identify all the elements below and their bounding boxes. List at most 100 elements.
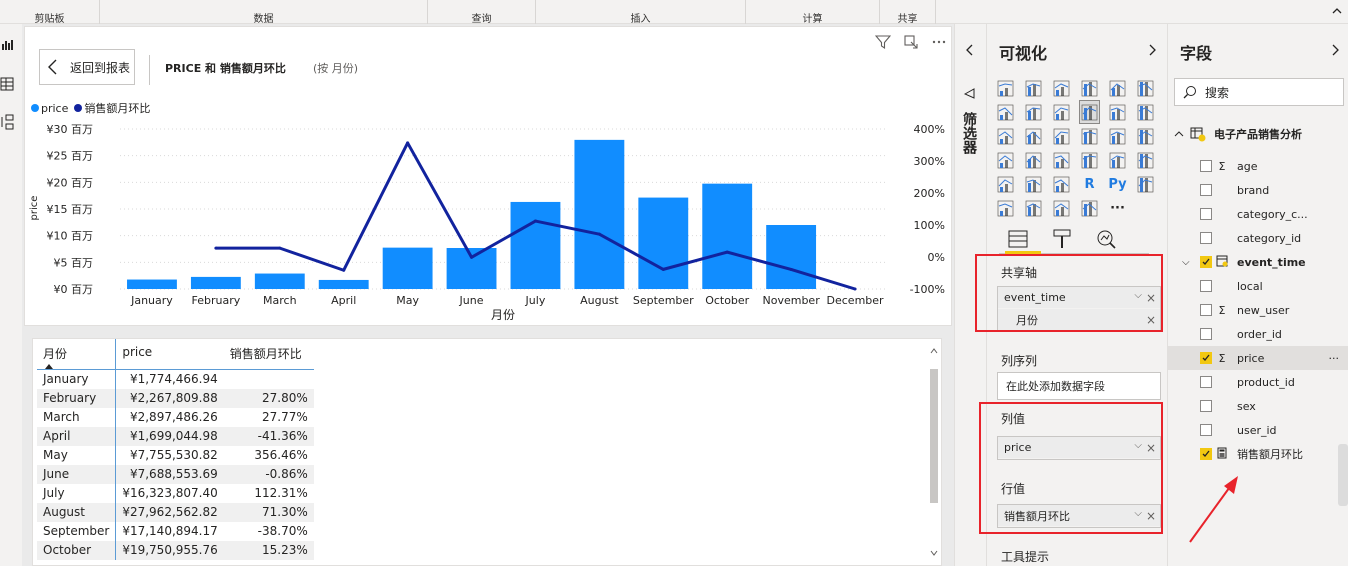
line-point-june[interactable] (470, 255, 474, 259)
viz-pie-icon[interactable] (1079, 124, 1100, 148)
viz-line-clustered-column-icon[interactable] (1079, 100, 1100, 124)
viz-treemap-icon[interactable] (1135, 124, 1156, 148)
field-age[interactable]: Σage (1168, 154, 1348, 178)
line-point-august[interactable] (597, 232, 601, 236)
bar-july[interactable] (510, 201, 561, 289)
viz-donut-icon[interactable] (1107, 124, 1128, 148)
viz-ribbon-icon[interactable] (1135, 100, 1156, 124)
viz-matrix-icon[interactable] (1051, 172, 1072, 196)
pane-scrollbar[interactable] (1338, 444, 1348, 506)
table-row[interactable]: February ¥2,267,809.88 27.80% (37, 388, 314, 408)
field-category-id[interactable]: category_id (1168, 226, 1348, 250)
line-point-september[interactable] (661, 267, 665, 271)
viz-area-icon[interactable] (1023, 100, 1044, 124)
table-row[interactable]: July ¥16,323,807.40 112.31% (37, 483, 314, 503)
field-product-id[interactable]: product_id (1168, 370, 1348, 394)
line-point-february[interactable] (214, 246, 218, 250)
table-row[interactable]: March ¥2,897,486.26 27.77% (37, 407, 314, 427)
viz-100-column-icon[interactable] (1135, 76, 1156, 100)
field-event-time[interactable]: ⌵ event_time (1168, 250, 1348, 274)
ribbon-group-share[interactable]: 共享 (880, 0, 936, 25)
model-view-icon[interactable] (0, 114, 14, 130)
field-brand[interactable]: brand (1168, 178, 1348, 202)
field-local[interactable]: local (1168, 274, 1348, 298)
bar-february[interactable] (190, 276, 241, 289)
line-point-october[interactable] (725, 250, 729, 254)
column-series-well[interactable]: 在此处添加数据字段 (997, 372, 1161, 400)
table-row[interactable]: January ¥1,774,466.94 (37, 369, 314, 389)
data-view-icon[interactable] (0, 76, 14, 92)
viz-filled-map-icon[interactable] (1023, 148, 1044, 172)
field-checkbox[interactable] (1200, 208, 1212, 220)
viz-decomposition-tree-icon[interactable] (995, 196, 1016, 220)
field-checkbox[interactable] (1200, 160, 1212, 172)
bar-october[interactable] (702, 183, 753, 289)
field-checkbox[interactable] (1200, 424, 1212, 436)
col-header-price[interactable]: price (115, 339, 224, 370)
viz-clustered-column-icon[interactable] (1079, 76, 1100, 100)
field-checkbox[interactable] (1200, 400, 1212, 412)
field-checkbox[interactable] (1200, 184, 1212, 196)
viz-paginated-icon[interactable] (1079, 196, 1100, 220)
chevron-down-icon[interactable]: ⌵ (1182, 257, 1190, 268)
table-row[interactable]: April ¥1,699,044.98 -41.36% (37, 426, 314, 446)
report-view-icon[interactable] (0, 38, 14, 54)
collapse-ribbon-icon[interactable] (1332, 6, 1342, 16)
bar-january[interactable] (127, 279, 177, 289)
field--[interactable]: 销售额月环比 (1168, 442, 1348, 466)
line-point-may[interactable] (406, 141, 410, 145)
viz-qa-icon[interactable] (1023, 196, 1044, 220)
chevron-up-icon[interactable] (1174, 129, 1184, 139)
line-point-november[interactable] (789, 267, 793, 271)
table-scroll-thumb[interactable] (930, 369, 938, 503)
viz-more-icon[interactable]: ··· (1107, 196, 1128, 220)
fields-tab-icon[interactable] (1007, 228, 1029, 250)
viz-key-influencers-icon[interactable] (1135, 172, 1156, 196)
field-checkbox[interactable] (1200, 280, 1212, 292)
viz-map-icon[interactable] (995, 148, 1016, 172)
bar-june[interactable] (446, 247, 497, 289)
bar-march[interactable] (254, 273, 305, 289)
viz-python-visual-icon[interactable]: Py (1107, 172, 1128, 196)
bar-november[interactable] (766, 225, 817, 289)
field-sex[interactable]: sex (1168, 394, 1348, 418)
col-header-month[interactable]: 月份 (37, 339, 116, 370)
line-point-july[interactable] (533, 219, 537, 223)
viz-stacked-column-icon[interactable] (1023, 76, 1044, 100)
collapse-viz-chevron-icon[interactable] (1147, 44, 1157, 56)
collapse-fields-chevron-icon[interactable] (1330, 44, 1340, 56)
viz-funnel-icon[interactable] (1023, 124, 1044, 148)
combo-chart-visual[interactable]: 返回到报表 PRICE 和 销售额月环比 (按 月份) price 销售额月环比… (24, 26, 952, 326)
field-category-c-[interactable]: category_c... (1168, 202, 1348, 226)
viz-gauge-icon[interactable] (1051, 148, 1072, 172)
field-checkbox[interactable] (1200, 376, 1212, 388)
field-checkbox[interactable] (1200, 256, 1212, 268)
analytics-tab-icon[interactable] (1095, 228, 1117, 250)
viz-scatter-icon[interactable] (1051, 124, 1072, 148)
viz-clustered-bar-icon[interactable] (1051, 76, 1072, 100)
viz-r-visual-icon[interactable]: R (1079, 172, 1100, 196)
line-point-april[interactable] (342, 268, 346, 272)
table-row[interactable]: May ¥7,755,530.82 356.46% (37, 445, 314, 465)
viz-waterfall-icon[interactable] (995, 124, 1016, 148)
more-options-icon[interactable]: ··· (1329, 352, 1340, 365)
field-checkbox[interactable] (1200, 328, 1212, 340)
table-row[interactable]: August ¥27,962,562.82 71.30% (37, 502, 314, 522)
viz-multi-row-card-icon[interactable] (1107, 148, 1128, 172)
viz-table-icon[interactable] (1023, 172, 1044, 196)
field-user-id[interactable]: user_id (1168, 418, 1348, 442)
viz-100-bar-icon[interactable] (1107, 76, 1128, 100)
viz-stacked-bar-icon[interactable] (995, 76, 1016, 100)
format-tab-icon[interactable] (1051, 228, 1073, 250)
line-point-december[interactable] (853, 287, 857, 291)
table-row[interactable]: October ¥19,750,955.76 15.23% (37, 540, 314, 560)
line-point-march[interactable] (278, 246, 282, 250)
viz-line-stacked-column-icon[interactable] (1107, 100, 1128, 124)
ribbon-group-calculate[interactable]: 计算 (746, 0, 880, 25)
field-checkbox[interactable] (1200, 232, 1212, 244)
table-row[interactable]: September ¥17,140,894.17 -38.70% (37, 521, 314, 541)
field-checkbox[interactable] (1200, 448, 1212, 460)
viz-smart-narrative-icon[interactable] (1051, 196, 1072, 220)
field-price[interactable]: Σprice ··· (1168, 346, 1348, 370)
expand-filters-chevron-icon[interactable] (965, 44, 975, 56)
